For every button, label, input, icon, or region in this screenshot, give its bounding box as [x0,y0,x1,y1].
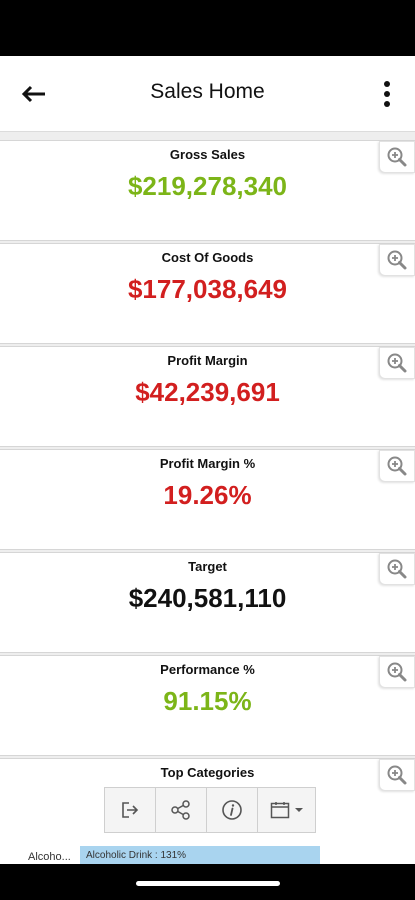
more-options-button[interactable] [377,78,397,110]
kpi-value: $240,581,110 [128,583,287,613]
info-icon [222,800,242,820]
calendar-icon [270,802,289,819]
kpi-card-performance-percent: Performance % 91.15% [0,655,415,756]
kpi-label: Profit Margin [167,353,248,368]
kpi-label: Gross Sales [169,147,246,162]
zoom-in-icon [387,765,407,785]
kpi-card-cost-of-goods: Cost Of Goods $177,038,649 [0,243,415,344]
zoom-button[interactable] [379,347,415,379]
kpi-card-gross-sales: Gross Sales $219,278,340 [0,140,415,241]
kpi-value: $177,038,649 [127,274,288,304]
category-axis-label: Alcoho... [28,851,71,863]
top-app-bar: Sales Home [0,56,415,132]
zoom-in-icon [387,662,407,682]
kpi-card-target: Target $240,581,110 [0,552,415,653]
zoom-button[interactable] [379,450,415,482]
home-indicator[interactable] [136,881,280,886]
kpi-label: Cost Of Goods [161,250,254,265]
kpi-card-profit-margin: Profit Margin $42,239,691 [0,346,415,447]
more-vert-icon [384,81,390,87]
system-navigation-bar [0,864,415,900]
info-button[interactable] [207,788,259,832]
share-icon [171,800,190,820]
zoom-button[interactable] [379,759,415,791]
status-bar [0,0,415,56]
zoom-in-icon [387,250,407,270]
zoom-in-icon [387,559,407,579]
zoom-button[interactable] [379,656,415,688]
exit-icon [122,802,139,818]
share-button[interactable] [156,788,208,832]
zoom-in-icon [387,456,407,476]
kpi-card-profit-margin-percent: Profit Margin % 19.26% [0,449,415,550]
kpi-value: $42,239,691 [135,377,280,407]
chart-toolbar [104,787,316,833]
kpi-value: 19.26% [163,480,252,510]
kpi-label: Target [188,559,227,574]
zoom-in-icon [387,147,407,167]
kpi-label: Performance % [160,662,255,677]
zoom-button[interactable] [379,244,415,276]
zoom-in-icon [387,353,407,373]
kpi-value: $219,278,340 [127,171,288,201]
page-title: Sales Home [150,80,265,103]
app-screen: Sales Home Gross Sales $219,278,340 Cost… [0,56,415,864]
zoom-button[interactable] [379,141,415,173]
calendar-dropdown-button[interactable] [258,788,315,832]
dropdown-caret-icon [294,808,303,812]
kpi-label: Profit Margin % [159,456,256,471]
category-bar[interactable]: Alcoholic Drink : 131% [80,846,320,864]
zoom-button[interactable] [379,553,415,585]
exit-button[interactable] [105,788,157,832]
kpi-value: 91.15% [163,686,252,716]
section-title: Top Categories [160,765,255,780]
category-bar-label: Alcoholic Drink : 131% [86,850,187,861]
